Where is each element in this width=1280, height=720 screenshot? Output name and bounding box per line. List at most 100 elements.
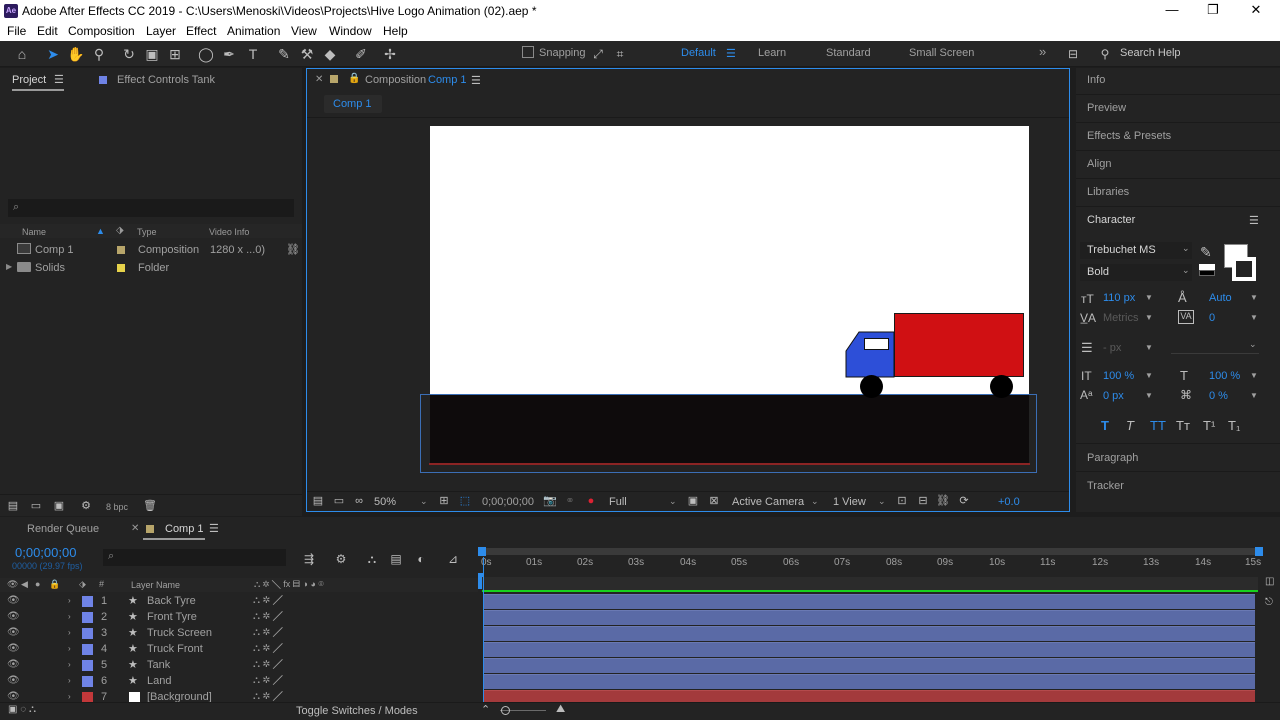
stroke-style-dropdown[interactable]: ⌄ bbox=[1171, 338, 1259, 354]
time-ruler[interactable] bbox=[482, 577, 1258, 590]
label-column-icon[interactable]: ⬗ bbox=[79, 579, 86, 590]
graph-editor-icon[interactable]: ⊿ bbox=[444, 550, 462, 568]
layer-row[interactable]: 👁 › 1 ★ Back Tyre ⛬ ✲ ╱ bbox=[0, 594, 478, 610]
grid-guide-icon[interactable]: ⊞ bbox=[435, 492, 453, 510]
layer-name[interactable]: Land bbox=[147, 675, 171, 687]
menu-edit[interactable]: Edit bbox=[37, 24, 58, 38]
chevron-down-icon[interactable]: ▼ bbox=[1250, 293, 1258, 302]
truck-tank[interactable] bbox=[894, 313, 1024, 377]
layer-duration-bar[interactable] bbox=[484, 690, 1255, 702]
selection-tool-icon[interactable]: ➤ bbox=[44, 45, 62, 63]
roto-brush-tool-icon[interactable]: ✐ bbox=[352, 45, 370, 63]
chevron-down-icon[interactable]: ▼ bbox=[1145, 371, 1153, 380]
more-workspaces-icon[interactable]: » bbox=[1039, 44, 1046, 59]
current-time-indicator[interactable] bbox=[483, 557, 484, 702]
video-visibility-icon[interactable]: 👁 bbox=[7, 579, 18, 590]
layer-label-swatch[interactable] bbox=[82, 628, 93, 639]
chevron-down-icon[interactable]: ▼ bbox=[1250, 371, 1258, 380]
search-help-icon[interactable]: ⚲ bbox=[1096, 45, 1114, 63]
flowchart-icon[interactable]: ⛓ bbox=[286, 243, 300, 256]
layer-row[interactable]: 👁 › 3 ★ Truck Screen ⛬ ✲ ╱ bbox=[0, 626, 478, 642]
front-tyre[interactable] bbox=[990, 375, 1013, 398]
vertical-scale-value[interactable]: 100 % bbox=[1103, 370, 1134, 382]
pan-behind-tool-icon[interactable]: ⊞ bbox=[166, 45, 184, 63]
back-tyre[interactable] bbox=[860, 375, 883, 398]
zoom-tool-icon[interactable]: ⚲ bbox=[90, 45, 108, 63]
tracking-value[interactable]: 0 bbox=[1209, 312, 1215, 324]
close-tab-icon[interactable]: ✕ bbox=[315, 74, 323, 85]
timeline-search-input[interactable]: ⌕ bbox=[103, 549, 286, 566]
tab-effect-controls[interactable]: Effect Controls Tank bbox=[117, 74, 215, 86]
interpret-footage-icon[interactable]: ▤ bbox=[4, 497, 22, 515]
expand-arrow-icon[interactable]: › bbox=[68, 676, 71, 685]
subscript-button[interactable]: T₁ bbox=[1228, 418, 1240, 433]
composition-panel-menu-icon[interactable]: ☰ bbox=[471, 74, 481, 87]
chevron-down-icon[interactable]: ▼ bbox=[1145, 313, 1153, 322]
new-folder-icon[interactable]: ▭ bbox=[27, 497, 45, 515]
preview-panel-header[interactable]: Preview bbox=[1087, 102, 1126, 114]
chevron-down-icon[interactable]: ▼ bbox=[1145, 343, 1153, 352]
bit-depth-button[interactable]: 8 bpc bbox=[106, 502, 128, 512]
ellipse-tool-icon[interactable]: ◯ bbox=[197, 45, 215, 63]
chevron-down-icon[interactable]: ▼ bbox=[1250, 391, 1258, 400]
layer-switches-icons[interactable]: ⛬ ✲ ╱ bbox=[253, 691, 283, 702]
comp-button-icon[interactable]: ◫ bbox=[1265, 576, 1274, 587]
monitor-icon[interactable]: ▭ bbox=[330, 492, 348, 510]
layer-switches-icons[interactable]: ⛬ ✲ ╱ bbox=[253, 627, 283, 638]
layer-duration-bar[interactable] bbox=[484, 642, 1255, 657]
menu-view[interactable]: View bbox=[291, 24, 317, 38]
layer-row[interactable]: 👁 › 4 ★ Truck Front ⛬ ✲ ╱ bbox=[0, 642, 478, 658]
chevron-down-icon[interactable]: ⌄ bbox=[1249, 339, 1257, 350]
layer-name[interactable]: Truck Screen bbox=[147, 627, 212, 639]
eye-icon[interactable]: 👁 bbox=[7, 675, 20, 686]
layer-name[interactable]: [Background] bbox=[147, 691, 212, 702]
current-time-display[interactable]: 0;00;00;00 bbox=[482, 496, 534, 508]
zoom-out-icon[interactable]: ⌃ bbox=[481, 703, 490, 716]
stroke-width-value[interactable]: - px bbox=[1103, 342, 1121, 354]
chevron-down-icon[interactable]: ⌄ bbox=[420, 496, 428, 507]
chevron-down-icon[interactable]: ⌄ bbox=[811, 496, 819, 507]
workspace-menu-icon[interactable]: ☰ bbox=[726, 47, 736, 60]
stroke-color-swatch[interactable] bbox=[1232, 257, 1256, 281]
expand-arrow-icon[interactable]: › bbox=[68, 612, 71, 621]
column-number[interactable]: # bbox=[99, 579, 104, 589]
layer-row[interactable]: 👁 › 5 ★ Tank ⛬ ✲ ╱ bbox=[0, 658, 478, 674]
layer-switches-icons[interactable]: ⛬ ✲ ╱ bbox=[253, 595, 283, 606]
work-area-bar[interactable] bbox=[482, 548, 1258, 555]
project-search-input[interactable]: ⌕ bbox=[8, 199, 294, 217]
truck-screen[interactable] bbox=[864, 338, 889, 350]
label-color-swatch[interactable] bbox=[117, 264, 125, 272]
leading-value[interactable]: Auto bbox=[1209, 292, 1232, 304]
composition-tab-prefix[interactable]: Composition bbox=[365, 74, 426, 86]
show-snapshot-icon[interactable]: ⚭ bbox=[561, 492, 579, 510]
expand-arrow-icon[interactable]: › bbox=[68, 644, 71, 653]
breadcrumb[interactable]: Comp 1 bbox=[324, 95, 382, 113]
toggle-pixel-aspect-icon[interactable]: ⊡ bbox=[893, 492, 911, 510]
tab-render-queue[interactable]: Render Queue bbox=[27, 523, 99, 535]
menu-effect[interactable]: Effect bbox=[186, 24, 216, 38]
font-style-dropdown[interactable]: Bold ⌄ bbox=[1080, 264, 1192, 281]
set-black-swatch[interactable] bbox=[1199, 270, 1215, 276]
tab-comp[interactable]: Comp 1 bbox=[165, 523, 204, 535]
expand-arrow-icon[interactable]: › bbox=[68, 660, 71, 669]
layer-label-swatch[interactable] bbox=[82, 676, 93, 687]
snapshot-icon[interactable]: 📷 bbox=[541, 492, 559, 510]
chevron-down-icon[interactable]: ⌄ bbox=[669, 496, 677, 507]
camera-dropdown[interactable]: Active Camera bbox=[732, 496, 804, 508]
exposure-value[interactable]: +0.0 bbox=[998, 496, 1020, 508]
trash-icon[interactable]: 🗑 bbox=[141, 497, 159, 515]
expand-arrow-icon[interactable]: › bbox=[68, 692, 71, 701]
channel-icon[interactable]: ● bbox=[582, 492, 600, 510]
faux-bold-button[interactable]: T bbox=[1101, 418, 1109, 433]
snap-features-icon[interactable]: ⌗ bbox=[611, 45, 629, 63]
eraser-tool-icon[interactable]: ◆ bbox=[321, 45, 339, 63]
layer-name[interactable]: Truck Front bbox=[147, 643, 203, 655]
layer-duration-bar[interactable] bbox=[484, 674, 1255, 689]
all-caps-button[interactable]: TT bbox=[1150, 418, 1166, 433]
hide-shy-layers-icon[interactable]: ⛬ bbox=[363, 550, 381, 568]
current-time-timecode[interactable]: 0;00;00;00 bbox=[15, 545, 76, 560]
composition-tab-name[interactable]: Comp 1 bbox=[428, 74, 467, 86]
layer-label-swatch[interactable] bbox=[82, 612, 93, 623]
sync-settings-icon[interactable]: ⊟ bbox=[1064, 45, 1082, 63]
close-tab-icon[interactable]: ✕ bbox=[131, 523, 139, 534]
